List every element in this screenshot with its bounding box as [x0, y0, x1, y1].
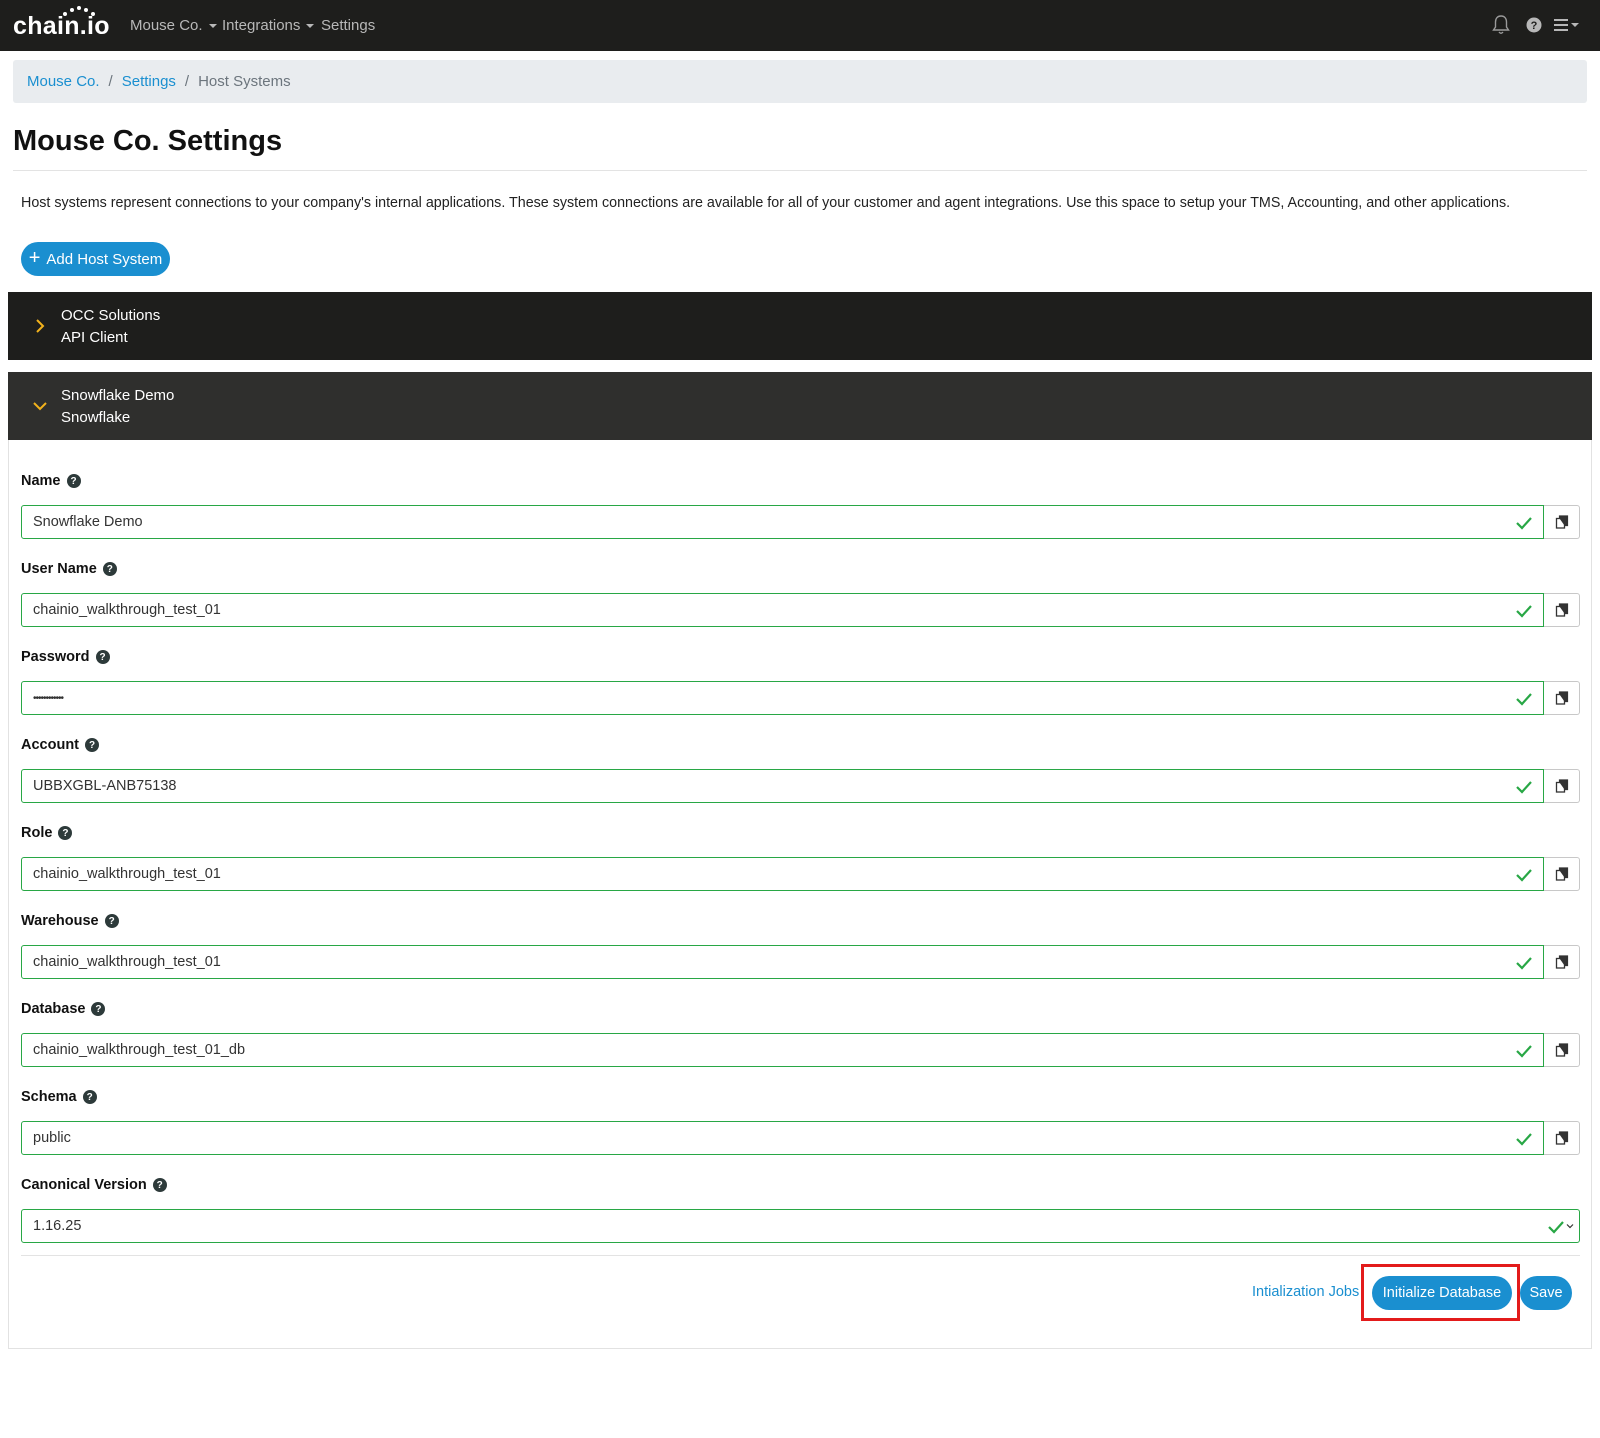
copy-icon [1555, 779, 1568, 793]
host-system-type: API Client [61, 329, 128, 346]
help-icon[interactable]: ? [82, 1090, 97, 1104]
breadcrumb-settings[interactable]: Settings [122, 73, 176, 90]
schema-label: Schema? [21, 1089, 97, 1105]
copy-button[interactable] [1544, 681, 1580, 715]
role-label: Role? [21, 825, 73, 841]
copy-icon [1555, 515, 1568, 529]
account-field-group: UBBXGBL-ANB75138 [21, 769, 1580, 803]
help-icon[interactable]: ? [85, 738, 99, 752]
breadcrumb: Mouse Co. / Settings / Host Systems [13, 60, 1587, 103]
help-icon[interactable]: ? [66, 474, 81, 488]
canonical-version-field-group: 1.16.25 [21, 1209, 1580, 1243]
user-name-field-group: chainio_walkthrough_test_01 [21, 593, 1580, 627]
role-field[interactable]: chainio_walkthrough_test_01 [21, 857, 1544, 891]
chevron-right-icon [36, 319, 45, 333]
help-icon[interactable]: ? [58, 826, 73, 840]
password-field-group: •••••••••••• [21, 681, 1580, 715]
svg-text:?: ? [1531, 20, 1538, 32]
breadcrumb-host-systems: Host Systems [198, 73, 291, 90]
copy-icon [1555, 1131, 1568, 1145]
nav-settings[interactable]: Settings [321, 17, 375, 34]
database-field[interactable]: chainio_walkthrough_test_01_db [21, 1033, 1544, 1067]
host-system-snowflake-demo[interactable]: Snowflake Demo Snowflake [8, 372, 1592, 440]
canonical-version-label: Canonical Version? [21, 1177, 167, 1193]
user-name-label: User Name? [21, 561, 117, 577]
copy-button[interactable] [1544, 1033, 1580, 1067]
copy-button[interactable] [1544, 945, 1580, 979]
schema-field-group: public [21, 1121, 1580, 1155]
plus-icon: + [28, 247, 41, 269]
page-description: Host systems represent connections to yo… [21, 195, 1511, 211]
database-field-group: chainio_walkthrough_test_01_db [21, 1033, 1580, 1067]
form-footer-divider [21, 1255, 1580, 1256]
chainio-logo[interactable]: chain.io [13, 6, 110, 41]
copy-icon [1555, 603, 1568, 617]
host-system-type: Snowflake [61, 409, 131, 426]
nav-integrations[interactable]: Integrations [222, 17, 315, 34]
database-label: Database? [21, 1001, 106, 1017]
warehouse-field[interactable]: chainio_walkthrough_test_01 [21, 945, 1544, 979]
bell-icon[interactable] [1492, 14, 1510, 41]
chevron-down-icon [33, 402, 47, 411]
help-icon[interactable]: ? [91, 1002, 106, 1016]
check-icon [1548, 1221, 1564, 1234]
title-divider [13, 170, 1587, 171]
check-icon [1516, 693, 1532, 706]
add-host-system-label: Add Host System [46, 250, 163, 268]
add-host-system-button[interactable]: + Add Host System [21, 242, 170, 276]
chevron-down-icon [1566, 1224, 1574, 1229]
save-button[interactable]: Save [1520, 1276, 1572, 1310]
top-navbar: chain.io Mouse Co. Integrations Settings… [0, 0, 1600, 51]
user-name-field[interactable]: chainio_walkthrough_test_01 [21, 593, 1544, 627]
copy-button[interactable] [1544, 505, 1580, 539]
help-icon[interactable]: ? [104, 914, 119, 928]
breadcrumb-separator: / [108, 73, 113, 90]
copy-icon [1555, 955, 1568, 969]
check-icon [1516, 517, 1532, 530]
help-icon[interactable]: ? [102, 562, 117, 576]
account-field[interactable]: UBBXGBL-ANB75138 [21, 769, 1544, 803]
hamburger-menu-icon[interactable] [1554, 18, 1580, 37]
caret-down-icon [208, 23, 217, 28]
check-icon [1516, 605, 1532, 618]
copy-button[interactable] [1544, 593, 1580, 627]
password-field[interactable]: •••••••••••• [21, 681, 1544, 715]
check-icon [1516, 957, 1532, 970]
schema-field[interactable]: public [21, 1121, 1544, 1155]
copy-button[interactable] [1544, 769, 1580, 803]
check-icon [1516, 1045, 1532, 1058]
breadcrumb-separator: / [184, 73, 190, 90]
host-system-name: Snowflake Demo [61, 387, 175, 404]
help-icon[interactable]: ? [152, 1178, 167, 1192]
copy-icon [1555, 1043, 1568, 1057]
page-title: Mouse Co. Settings [13, 125, 283, 157]
copy-button[interactable] [1544, 1121, 1580, 1155]
highlight-annotation-box [1361, 1264, 1520, 1321]
name-field-group: Snowflake Demo [21, 505, 1580, 539]
name-field[interactable]: Snowflake Demo [21, 505, 1544, 539]
copy-icon [1555, 867, 1568, 881]
help-icon[interactable]: ? [95, 650, 110, 664]
caret-down-icon [306, 23, 315, 28]
copy-button[interactable] [1544, 857, 1580, 891]
logo-dots [61, 6, 101, 16]
canonical-version-select[interactable]: 1.16.25 [21, 1209, 1580, 1243]
host-system-occ-solutions[interactable]: OCC Solutions API Client [8, 292, 1592, 360]
help-icon[interactable]: ? [1526, 17, 1542, 38]
warehouse-field-group: chainio_walkthrough_test_01 [21, 945, 1580, 979]
check-icon [1516, 781, 1532, 794]
initialization-jobs-link[interactable]: Intialization Jobs [1252, 1284, 1359, 1300]
account-label: Account? [21, 737, 99, 753]
check-icon [1516, 869, 1532, 882]
name-label: Name? [21, 473, 81, 489]
nav-mouse-co[interactable]: Mouse Co. [130, 17, 217, 34]
copy-icon [1555, 691, 1568, 705]
check-icon [1516, 1133, 1532, 1146]
host-system-name: OCC Solutions [61, 307, 161, 324]
password-label: Password? [21, 649, 110, 665]
warehouse-label: Warehouse? [21, 913, 119, 929]
role-field-group: chainio_walkthrough_test_01 [21, 857, 1580, 891]
breadcrumb-mouse-co[interactable]: Mouse Co. [27, 73, 100, 90]
